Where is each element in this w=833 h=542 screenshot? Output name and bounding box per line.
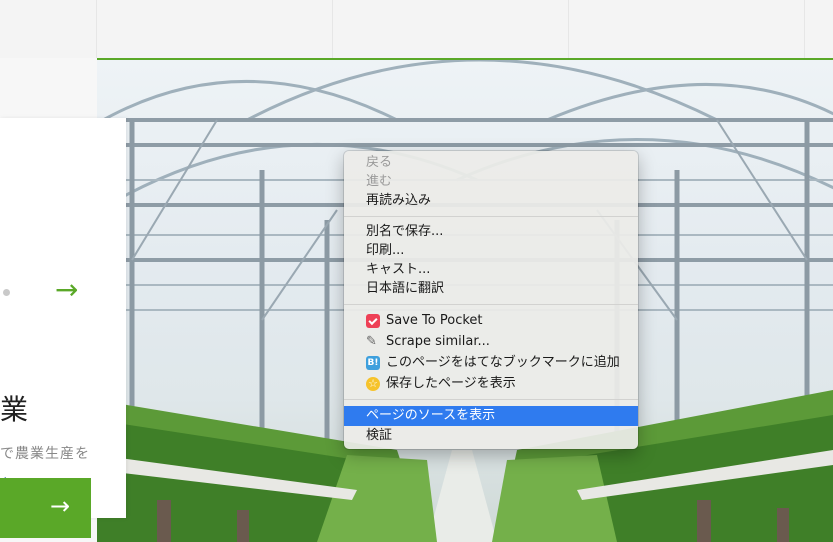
menu-item-label: 別名で保存... (366, 224, 444, 239)
menu-item-cast[interactable]: キャスト... (344, 260, 638, 280)
menu-item-label: 日本語に翻訳 (366, 281, 445, 296)
menu-item-save-to-pocket[interactable]: Save To Pocket (344, 311, 638, 331)
header-column (804, 0, 833, 58)
menu-item-label: ページのソースを表示 (366, 408, 496, 423)
menu-separator (344, 304, 638, 305)
header-column (332, 0, 569, 58)
menu-item-translate[interactable]: 日本語に翻訳 (344, 279, 638, 299)
menu-item-scrape-similar[interactable]: ✎ Scrape similar... (344, 332, 638, 352)
menu-item-print[interactable]: 印刷... (344, 241, 638, 261)
star-icon: ☆ (366, 377, 380, 391)
card-heading: 業 (0, 393, 29, 426)
menu-item-save-as[interactable]: 別名で保存... (344, 222, 638, 242)
header-column (96, 0, 333, 58)
arrow-right-icon: → (50, 492, 71, 520)
next-arrow-icon[interactable]: → (55, 276, 78, 304)
hatena-bookmark-icon: B! (366, 356, 380, 370)
menu-item-label: 検証 (366, 428, 393, 443)
feature-card: → 業 で農業生産を ト (0, 118, 126, 518)
menu-separator (344, 399, 638, 400)
menu-item-inspect[interactable]: 検証 (344, 426, 638, 446)
menu-item-view-source[interactable]: ページのソースを表示 (344, 406, 638, 426)
menu-item-label: 進む (366, 174, 393, 189)
slider-dot[interactable] (3, 289, 10, 296)
menu-item-forward[interactable]: 進む (344, 172, 638, 192)
menu-item-label: 戻る (366, 155, 393, 170)
card-description: で農業生産を (0, 446, 90, 462)
menu-item-label: 印刷... (366, 243, 405, 258)
menu-item-back[interactable]: 戻る (344, 153, 638, 173)
cta-button[interactable]: → (0, 478, 91, 538)
menu-item-label: このページをはてなブックマークに追加 (386, 355, 620, 370)
pocket-icon (366, 314, 380, 328)
menu-item-reload[interactable]: 再読み込み (344, 191, 638, 211)
menu-item-label: Save To Pocket (386, 313, 483, 328)
menu-item-hatena-bookmark[interactable]: B! このページをはてなブックマークに追加 (344, 353, 638, 373)
menu-item-label: 再読み込み (366, 193, 432, 208)
menu-separator (344, 216, 638, 217)
menu-item-label: キャスト... (366, 262, 431, 277)
header-column (568, 0, 805, 58)
page-header (0, 0, 833, 58)
context-menu: 戻る 進む 再読み込み 別名で保存... 印刷... キャスト... 日本語に翻… (344, 151, 638, 449)
menu-item-saved-pages[interactable]: ☆ 保存したページを表示 (344, 374, 638, 394)
menu-item-label: Scrape similar... (386, 334, 490, 349)
menu-item-label: 保存したページを表示 (386, 376, 516, 391)
brush-icon: ✎ (366, 334, 377, 349)
